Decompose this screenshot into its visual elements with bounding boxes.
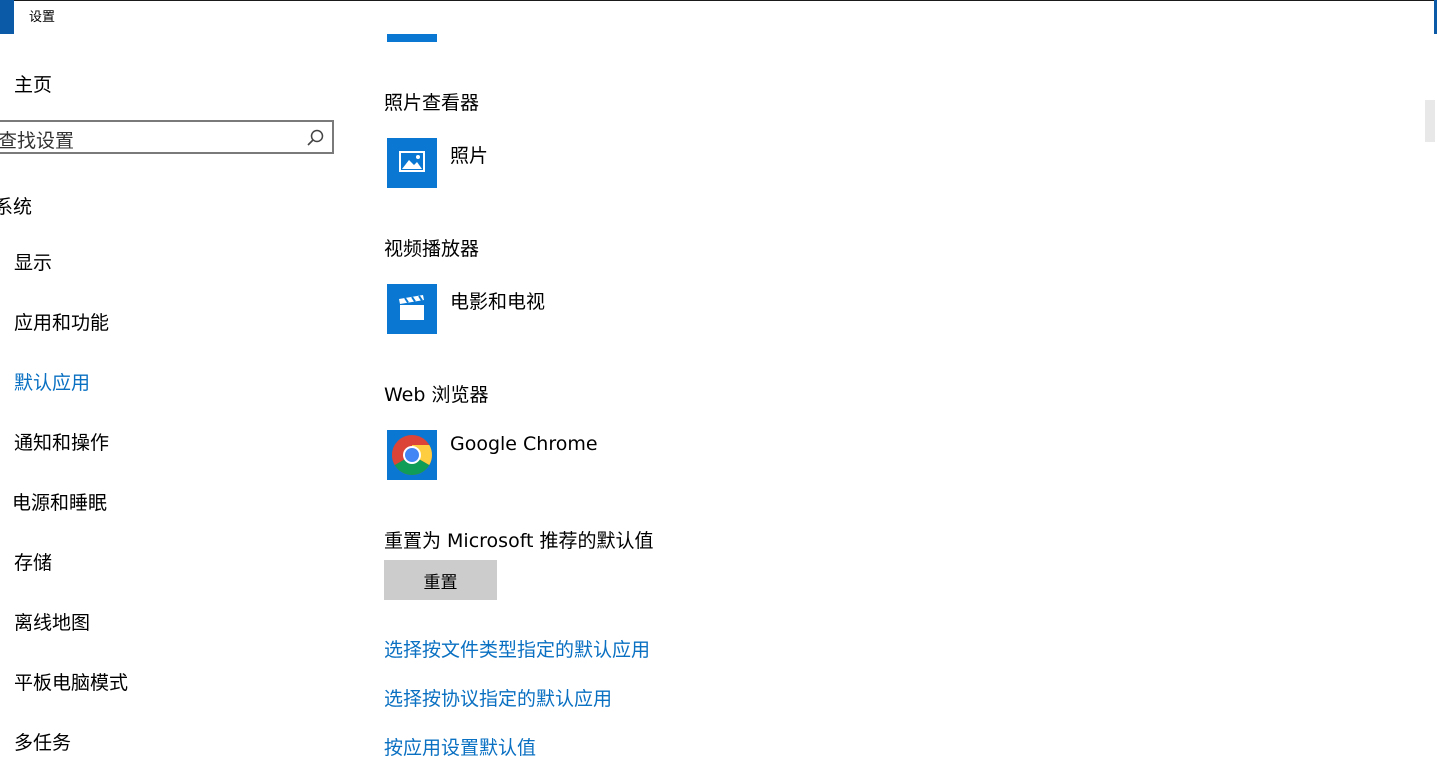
sidebar-item-power-sleep[interactable]: 电源和睡眠: [12, 488, 107, 515]
chrome-icon: [387, 430, 437, 480]
sidebar-item-multitasking[interactable]: 多任务: [14, 728, 71, 755]
video-player-app-name: 电影和电视: [450, 291, 546, 313]
window-title: 设置: [29, 10, 56, 25]
reset-label: 重置为 Microsoft 推荐的默认值: [384, 530, 654, 552]
app-tile-partial[interactable]: [387, 34, 437, 42]
sidebar-item-display[interactable]: 显示: [14, 248, 52, 275]
video-player-app[interactable]: 电影和电视: [387, 284, 787, 334]
photo-viewer-heading: 照片查看器: [384, 92, 480, 114]
sidebar-item-tablet-mode[interactable]: 平板电脑模式: [14, 668, 128, 695]
section-label: 系统: [0, 196, 33, 218]
main-content: 照片查看器 照片 视频播放器 电影和电视 Web 浏览器 Google Chro…: [384, 0, 1424, 773]
link-by-file-type[interactable]: 选择按文件类型指定的默认应用: [384, 635, 650, 662]
sidebar-item-default-apps[interactable]: 默认应用: [14, 368, 90, 395]
photos-icon: [387, 138, 437, 188]
sidebar-item-apps-features[interactable]: 应用和功能: [14, 308, 109, 335]
reset-button[interactable]: 重置: [384, 560, 497, 600]
search-box[interactable]: 查找设置: [0, 120, 334, 154]
sidebar: 主页 查找设置 系统 显示 应用和功能 默认应用 通知和操作 电源和睡眠 存储 …: [0, 34, 360, 773]
sidebar-item-offline-maps[interactable]: 离线地图: [14, 608, 90, 635]
link-by-protocol[interactable]: 选择按协议指定的默认应用: [384, 684, 612, 711]
search-input[interactable]: 查找设置: [0, 126, 74, 153]
home-link[interactable]: 主页: [14, 70, 52, 97]
video-player-heading: 视频播放器: [384, 238, 480, 260]
photo-viewer-app[interactable]: 照片: [387, 138, 787, 188]
link-by-app[interactable]: 按应用设置默认值: [384, 733, 536, 760]
web-browser-app[interactable]: Google Chrome: [387, 430, 787, 480]
settings-window: 设置 主页 查找设置 系统 显示 应用和功能 默认应用 通知和操作 电源和睡眠 …: [0, 0, 1437, 773]
web-browser-app-name: Google Chrome: [450, 433, 598, 455]
photo-viewer-app-name: 照片: [450, 145, 489, 167]
sidebar-item-storage[interactable]: 存储: [14, 548, 52, 575]
scrollbar-thumb[interactable]: [1425, 100, 1435, 142]
title-bar-accent: [0, 0, 14, 34]
movies-tv-icon: [387, 284, 437, 334]
search-icon[interactable]: [305, 128, 325, 148]
web-browser-heading: Web 浏览器: [384, 384, 489, 406]
sidebar-item-notifications[interactable]: 通知和操作: [14, 428, 109, 455]
